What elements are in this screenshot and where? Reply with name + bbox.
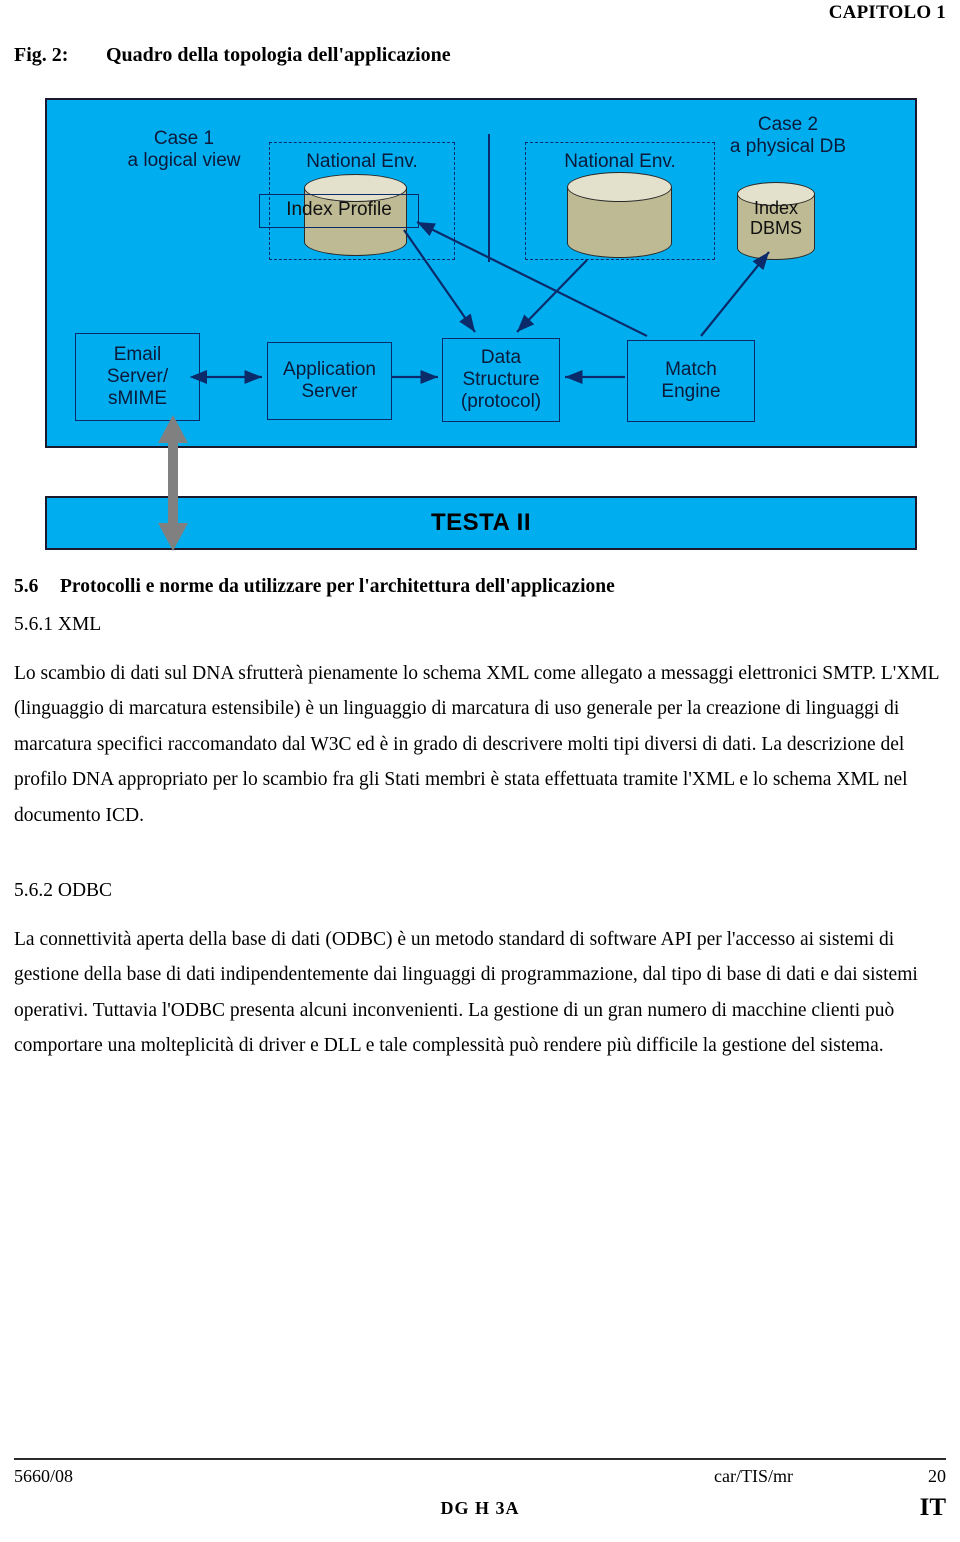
section-number-5-6: 5.6	[14, 576, 39, 597]
testa-link-double-arrow-icon	[158, 415, 188, 551]
index-profile-box: Index Profile	[259, 194, 419, 228]
database-cylinder-national-env	[567, 172, 672, 258]
index-profile-label: Index Profile	[286, 199, 392, 220]
footer-divider	[14, 1458, 946, 1460]
chapter-title: CAPITOLO 1	[828, 2, 946, 23]
national-env-label-left: National Env.	[306, 151, 418, 172]
section-heading-5-6-2: 5.6.2 ODBC	[14, 880, 113, 902]
footer-reference-code: car/TIS/mr	[714, 1466, 793, 1486]
box-application-server: Application Server	[267, 342, 392, 420]
body-text: 5.6 Protocolli e norme da utilizzare per …	[14, 575, 946, 1069]
cylinder-top	[567, 172, 672, 202]
topology-diagram: Case 1 a logical view Case 2 a physical …	[45, 98, 917, 551]
figure-caption: Fig. 2: Quadro della topologia dell'appli…	[14, 44, 944, 67]
case-1-title: Case 1 a logical view	[127, 128, 241, 172]
figure-label: Fig. 2:	[14, 44, 69, 66]
paragraph-xml: Lo scambio di dati sul DNA sfrutterà pie…	[14, 662, 939, 826]
database-cylinder-index-dbms: Index DBMS	[737, 182, 815, 260]
panel-divider	[488, 134, 490, 262]
figure-caption-text: Quadro della topologia dell'applicazione	[106, 44, 451, 66]
section-heading-5-6-1: 5.6.1 XML	[14, 614, 102, 636]
footer-document-reference: 5660/08	[14, 1466, 74, 1486]
box-data-structure: Data Structure (protocol)	[442, 338, 560, 422]
section-heading-5-6: 5.6 Protocolli e norme da utilizzare per …	[14, 575, 946, 599]
page-footer: 5660/08 car/TIS/mr 20 DG H 3A IT	[14, 1440, 946, 1532]
connector-match-index-dbms	[700, 251, 770, 337]
index-dbms-label: Index DBMS	[749, 198, 802, 239]
footer-language-code: IT	[919, 1494, 946, 1521]
box-match-engine: Match Engine	[627, 340, 755, 422]
footer-dg-code: DG H 3A	[440, 1498, 520, 1518]
section-title-5-6: Protocolli e norme da utilizzare per l'a…	[60, 576, 615, 597]
box-email-server: Email Server/ sMIME	[75, 333, 200, 421]
footer-page-number: 20	[928, 1466, 946, 1486]
paragraph-odbc: La connettività aperta della base di dat…	[14, 928, 918, 1056]
diagram-main-panel: Case 1 a logical view Case 2 a physical …	[45, 98, 917, 448]
page-header: CAPITOLO 1	[0, 0, 960, 34]
national-env-label-right: National Env.	[564, 151, 676, 172]
connector-national-env-data	[516, 259, 588, 333]
